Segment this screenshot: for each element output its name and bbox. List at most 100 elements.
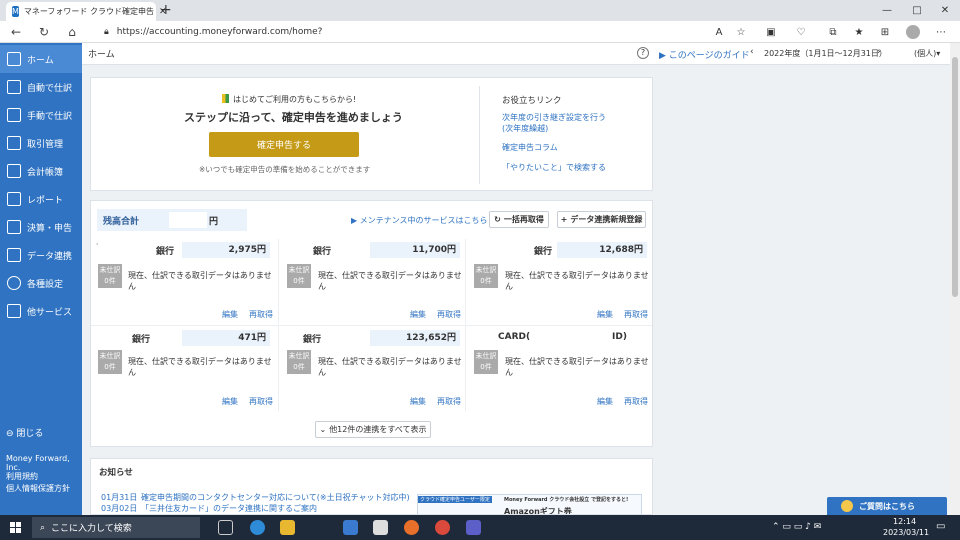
- extensions-icon[interactable]: ▣: [764, 25, 778, 39]
- sidebar-close-button[interactable]: ⊖ 閉じる: [6, 426, 43, 439]
- maximize-button[interactable]: □: [902, 3, 932, 18]
- sidebar-item-manual-journal[interactable]: 手動で仕訳: [0, 101, 82, 129]
- taskbar: ⌕ ここに入力して検索 ⌃ ▭ ▭ ♪ ✉ 12:14 2023/03/11 ▭: [0, 515, 960, 540]
- add-data-link-button[interactable]: + データ連携新規登録: [557, 211, 646, 228]
- intro-headline: ステップに沿って、確定申告を進めましょう: [184, 111, 403, 124]
- refetch-link[interactable]: 再取得: [249, 396, 273, 407]
- scrollbar-thumb[interactable]: [952, 57, 958, 297]
- collections-icon[interactable]: ⧉: [826, 25, 840, 39]
- balance-value-box: [169, 212, 208, 228]
- new-tab-button[interactable]: +: [160, 2, 172, 18]
- firefox-icon[interactable]: [404, 520, 419, 535]
- back-icon[interactable]: ←: [8, 24, 24, 40]
- sidebar-item-report[interactable]: レポート: [0, 185, 82, 213]
- breadcrumb: ホーム ? ▶ このページのガイド ‹ 2022年度（1月1日〜12月31日） …: [82, 43, 950, 65]
- minimize-button[interactable]: —: [872, 3, 902, 18]
- edit-link[interactable]: 編集: [410, 396, 426, 407]
- windows-start-icon[interactable]: [10, 522, 21, 533]
- sidebar-item-auto-journal[interactable]: 自動で仕訳: [0, 73, 82, 101]
- carryover-link[interactable]: 次年度の引き継ぎ設定を行う: [502, 112, 606, 123]
- edit-link[interactable]: 編集: [222, 309, 238, 320]
- taskbar-search-box[interactable]: ⌕ ここに入力して検索: [32, 517, 200, 538]
- teams-icon[interactable]: [466, 520, 481, 535]
- chrome-icon[interactable]: [435, 520, 450, 535]
- prev-year-icon[interactable]: ‹: [750, 47, 754, 57]
- user-type-select[interactable]: (個人)▾: [914, 48, 940, 59]
- sidebar-item-settlement[interactable]: 決算・申告: [0, 213, 82, 241]
- more-menu-icon[interactable]: ⋯: [934, 25, 948, 39]
- refetch-link[interactable]: 再取得: [437, 309, 461, 320]
- sidebar-item-home[interactable]: ホーム: [0, 45, 82, 73]
- next-year-icon[interactable]: ›: [877, 47, 881, 57]
- edit-link[interactable]: 編集: [597, 396, 613, 407]
- reload-icon[interactable]: ↻: [36, 24, 52, 40]
- sidebar-item-ledger[interactable]: 会計帳簿: [0, 157, 82, 185]
- fiscal-year: 2022年度（1月1日〜12月31日）: [764, 49, 887, 58]
- sidebar-item-transactions[interactable]: 取引管理: [0, 129, 82, 157]
- mail-icon[interactable]: [343, 520, 358, 535]
- collections2-icon[interactable]: ⊞: [878, 25, 892, 39]
- account-amount: 12,688円: [557, 242, 647, 258]
- edge-icon[interactable]: [250, 520, 265, 535]
- balance-title: 残高合計: [103, 216, 140, 227]
- first-time-link[interactable]: はじめてご利用の方もこちらから!: [233, 94, 356, 105]
- refetch-link[interactable]: 再取得: [624, 309, 648, 320]
- sidebar-item-data-link[interactable]: データ連携: [0, 241, 82, 269]
- favorites-icon[interactable]: ★: [852, 25, 866, 39]
- read-aloud-icon[interactable]: A: [712, 25, 726, 39]
- refetch-link[interactable]: 再取得: [249, 309, 273, 320]
- url-text: https://accounting.moneyforward.com/home…: [116, 27, 323, 37]
- search-icon: ⌕: [40, 522, 46, 533]
- edit-link[interactable]: 編集: [410, 309, 426, 320]
- help-icon[interactable]: ?: [637, 47, 649, 59]
- notification-icon[interactable]: ▭: [936, 521, 945, 532]
- news-link[interactable]: 「三井住友カード」のデータ連携に関するご案内: [141, 503, 317, 514]
- help-chat-button[interactable]: ご質問はこちら: [827, 497, 947, 515]
- home-icon[interactable]: ⌂: [64, 24, 80, 40]
- app-icon[interactable]: [373, 520, 388, 535]
- news-link[interactable]: 確定申告期間のコンタクトセンター対応について(※土日祝チャット対応中): [141, 492, 410, 503]
- tray-icons[interactable]: ⌃ ▭ ▭ ♪ ✉: [772, 522, 821, 532]
- browser-tab[interactable]: M マネーフォワード クラウド確定申告 ✕: [6, 2, 167, 21]
- terms-link[interactable]: 利用規約: [6, 471, 38, 482]
- privacy-link[interactable]: 個人情報保護方針: [6, 483, 70, 494]
- breadcrumb-home[interactable]: ホーム: [88, 47, 115, 60]
- unjournaled-badge: 未仕訳 0件: [98, 264, 122, 288]
- sidebar-item-settings[interactable]: 各種設定: [0, 269, 82, 297]
- close-window-button[interactable]: ✕: [930, 3, 960, 18]
- account-name: 銀行: [534, 247, 553, 257]
- url-field[interactable]: 🔒︎ https://accounting.moneyforward.com/h…: [96, 23, 686, 41]
- account-name: 銀行: [303, 335, 322, 345]
- maintenance-link[interactable]: ▶ メンテナンス中のサービスはこちら: [351, 215, 488, 226]
- edit-link[interactable]: 編集: [222, 396, 238, 407]
- refetch-link[interactable]: 再取得: [624, 396, 648, 407]
- scrollbar[interactable]: [950, 43, 960, 515]
- account-name: 銀行: [313, 247, 332, 257]
- promo-banner[interactable]: クラウド確定申告ユーザー限定 Money Forward クラウド会社設立 で登…: [417, 494, 642, 514]
- start-tax-return-button[interactable]: 確定申告する: [209, 132, 359, 157]
- file-explorer-icon[interactable]: [280, 520, 295, 535]
- favorite-star-icon[interactable]: ☆: [734, 25, 748, 39]
- column-link[interactable]: 確定申告コラム: [502, 142, 558, 153]
- carryover-link-sub[interactable]: (次年度繰越): [502, 123, 548, 134]
- balance-card: 残高合計 円 ▶ メンテナンス中のサービスはこちら ↻ 一括再取得 + データ連携新…: [90, 200, 653, 447]
- unjournaled-badge: 未仕訳 0件: [98, 350, 122, 374]
- taskbar-date: 2023/03/11: [883, 528, 930, 537]
- banner-tag: クラウド確定申告ユーザー限定: [418, 496, 492, 503]
- account-cell: 銀行 11,700円 未仕訳 0件 現在、仕訳できる取引データはありません 編集 …: [278, 239, 465, 324]
- task-view-icon[interactable]: [218, 520, 233, 535]
- refresh-icon: ↻: [494, 215, 501, 224]
- sidebar-item-other-services[interactable]: 他サービス: [0, 297, 82, 325]
- edit-link[interactable]: 編集: [597, 309, 613, 320]
- banner-brand: Money Forward クラウド会社設立 で登記をすると!: [504, 497, 629, 503]
- heart-icon[interactable]: ♡: [794, 25, 808, 39]
- settlement-icon: [7, 220, 21, 234]
- search-link[interactable]: 「やりたいこと」で検索する: [502, 162, 606, 173]
- show-all-links-button[interactable]: ⌄ 他12件の連携をすべて表示: [315, 421, 431, 438]
- page-guide-link[interactable]: ▶ このページのガイド: [659, 48, 750, 61]
- no-data-text: 現在、仕訳できる取引データはありません: [318, 357, 462, 377]
- profile-avatar[interactable]: [906, 25, 920, 39]
- links-title: お役立ちリンク: [502, 96, 562, 106]
- refetch-link[interactable]: 再取得: [437, 396, 461, 407]
- refresh-all-button[interactable]: ↻ 一括再取得: [489, 211, 549, 228]
